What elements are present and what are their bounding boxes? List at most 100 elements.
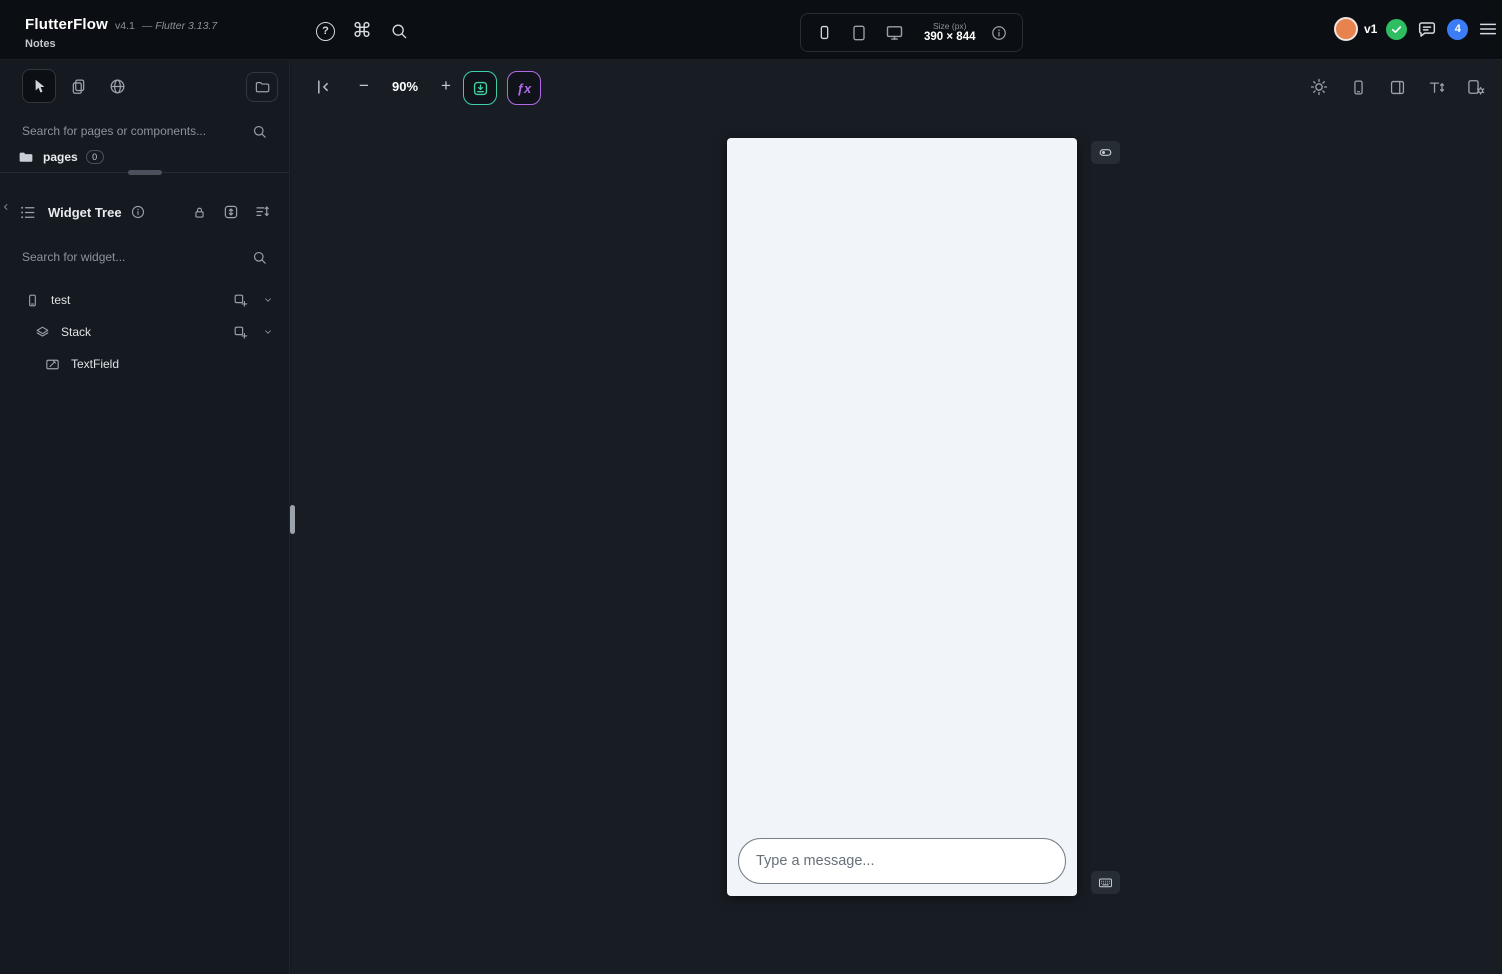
device-preview-button[interactable] <box>1349 78 1368 97</box>
info-icon <box>992 25 1007 40</box>
tree-sort-button[interactable] <box>254 203 272 221</box>
zoom-level: 90% <box>391 78 419 94</box>
tablet-icon <box>853 25 865 40</box>
text-size-icon <box>1429 82 1445 93</box>
canvas-connectors-toggle[interactable] <box>1091 141 1120 164</box>
question-icon: ? <box>316 21 335 41</box>
device-frame-button[interactable] <box>1388 78 1407 97</box>
device-size-selector: Size (px) 390 × 844 <box>800 13 1024 52</box>
node-menu-button[interactable] <box>262 326 274 338</box>
tree-node-stack[interactable]: Stack <box>0 316 290 348</box>
node-actions <box>232 292 274 309</box>
sun-icon <box>1310 78 1328 96</box>
flutter-version: — Flutter 3.13.7 <box>141 20 218 32</box>
canvas-settings-button[interactable] <box>1466 77 1486 97</box>
add-widget-icon <box>234 326 248 339</box>
typography-button[interactable] <box>1427 78 1446 97</box>
tree-node-label: Stack <box>61 325 92 339</box>
theme-brightness-button[interactable] <box>1309 77 1329 97</box>
global-search-button[interactable] <box>389 21 409 41</box>
app-logo: FlutterFlow <box>25 16 109 33</box>
message-input[interactable] <box>756 853 1048 869</box>
collapse-left-icon <box>318 80 328 94</box>
search-icon[interactable] <box>251 249 268 266</box>
insert-widget-icon <box>473 81 487 95</box>
add-widget-icon <box>234 294 248 307</box>
keyboard-toggle-button[interactable] <box>1091 871 1120 894</box>
canvas-tools <box>1309 77 1486 97</box>
folder-icon <box>19 152 33 162</box>
canvas-size: Size (px) 390 × 844 <box>924 21 975 45</box>
notification-badge[interactable]: 4 <box>1447 18 1469 40</box>
size-info-button[interactable] <box>990 24 1008 42</box>
add-widget-button[interactable] <box>232 292 249 309</box>
zoom-out-button[interactable]: − <box>353 75 375 97</box>
pages-count-badge: 0 <box>85 150 104 164</box>
copy-icon <box>72 79 84 94</box>
help-button[interactable]: ? <box>316 21 335 41</box>
device-desktop-button[interactable] <box>884 22 905 43</box>
tree-node-label: test <box>51 293 71 307</box>
expand-collapse-button[interactable] <box>222 203 240 221</box>
account-cluster: v1 4 <box>1334 17 1499 41</box>
cursor-icon <box>35 79 44 93</box>
keyboard-icon <box>1098 878 1113 888</box>
size-label: Size (px) <box>932 20 967 31</box>
menu-button[interactable] <box>1477 18 1499 40</box>
topbar: FlutterFlow v4.1 — Flutter 3.13.7 Notes … <box>0 0 1502 60</box>
app-version: v4.1 <box>115 20 135 32</box>
collapse-panel-button[interactable] <box>313 77 333 97</box>
phone-canvas[interactable] <box>727 138 1077 896</box>
toggle-icon <box>1099 149 1112 156</box>
add-widget-button[interactable] <box>232 324 249 341</box>
search-icon[interactable] <box>251 123 268 140</box>
sidebar-scrollbar[interactable] <box>290 505 295 534</box>
lock-icon <box>195 207 204 218</box>
fx-icon: ƒx <box>516 80 532 96</box>
sync-status-button[interactable] <box>1386 18 1408 40</box>
chevron-down-icon <box>265 330 271 334</box>
device-tablet-button[interactable] <box>849 23 869 43</box>
tree-node-textfield[interactable]: TextField <box>0 348 290 380</box>
lock-canvas-button[interactable] <box>191 204 208 221</box>
keyboard-shortcuts-button[interactable]: ⌘ <box>352 21 372 41</box>
chevron-down-icon <box>265 298 271 302</box>
globe-tab[interactable] <box>100 69 134 103</box>
message-textfield-widget[interactable] <box>738 838 1066 884</box>
widget-tree-info-button[interactable] <box>130 204 146 220</box>
brand: FlutterFlow v4.1 — Flutter 3.13.7 <box>25 16 217 33</box>
widget-tree-actions <box>191 203 272 221</box>
device-phone-button[interactable] <box>815 23 834 42</box>
avatar[interactable] <box>1334 17 1358 41</box>
widget-tree: test Stack TextField <box>0 284 290 380</box>
panel-resize-handle[interactable] <box>128 170 162 175</box>
phone-icon <box>820 25 829 40</box>
pages-search-input[interactable] <box>22 124 251 138</box>
phone-icon <box>1354 80 1363 94</box>
device-frame-icon <box>1390 80 1405 94</box>
pages-folder-item[interactable]: pages 0 <box>17 147 104 167</box>
check-icon <box>1392 25 1402 33</box>
panel-collapse-handle[interactable] <box>0 196 12 218</box>
command-icon: ⌘ <box>352 20 372 42</box>
add-page-button[interactable] <box>246 72 278 102</box>
textfield-icon <box>46 359 59 369</box>
variables-mode-button[interactable]: ƒx <box>507 71 541 105</box>
pages-tab[interactable] <box>61 69 95 103</box>
zoom-control: − 90% + <box>353 75 457 97</box>
search-icon <box>392 24 407 39</box>
zoom-in-button[interactable]: + <box>435 75 457 97</box>
folder-icon <box>255 82 270 93</box>
widget-tree-header: Widget Tree <box>0 196 290 228</box>
canvas-area: − 90% + ƒx <box>291 60 1502 974</box>
chat-button[interactable] <box>1416 18 1438 40</box>
node-menu-button[interactable] <box>262 294 274 306</box>
pages-folder-label: pages <box>43 150 78 164</box>
vertical-arrows-icon <box>224 205 238 219</box>
pages-search <box>22 118 268 144</box>
tree-node-page[interactable]: test <box>0 284 290 316</box>
insert-widget-mode-button[interactable] <box>463 71 497 105</box>
select-tool-tab[interactable] <box>22 69 56 103</box>
widget-search-input[interactable] <box>22 250 251 264</box>
widget-tree-icon <box>21 206 35 218</box>
